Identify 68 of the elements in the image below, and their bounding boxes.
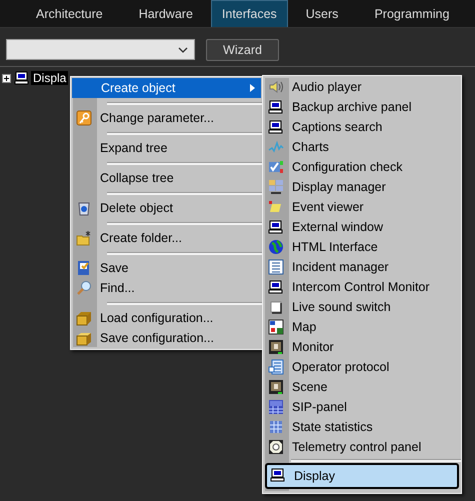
menu-item[interactable]: Display manager xyxy=(263,177,461,197)
tree-item[interactable]: Displa xyxy=(31,71,68,85)
menu-item[interactable]: Charts xyxy=(263,137,461,157)
document-list-icon xyxy=(268,359,284,375)
tab[interactable]: Programming xyxy=(356,0,468,27)
menu-item[interactable]: Load configuration... xyxy=(71,308,262,328)
key-icon xyxy=(76,110,92,126)
menu-item[interactable]: Find... xyxy=(71,278,262,298)
menu-item[interactable]: Audio player xyxy=(263,77,461,97)
monitor-icon xyxy=(270,467,286,483)
tab[interactable]: Users xyxy=(288,0,356,27)
menu-item[interactable]: SIP-panel xyxy=(263,397,461,417)
dropdown-field[interactable] xyxy=(6,39,195,60)
checklist-icon xyxy=(268,159,284,175)
speaker-icon xyxy=(268,79,284,95)
box-icon xyxy=(76,330,92,346)
menu-item[interactable]: Create object xyxy=(72,78,261,98)
menu-item[interactable]: Captions search xyxy=(263,117,461,137)
magnifier-icon xyxy=(76,280,92,296)
computer-icon xyxy=(268,119,284,135)
menu-item[interactable]: Event viewer xyxy=(263,197,461,217)
recycle-bin-icon xyxy=(76,200,92,216)
expand-icon[interactable] xyxy=(2,74,11,82)
wizard-button[interactable]: Wizard xyxy=(206,38,279,60)
menu-item[interactable]: Change parameter... xyxy=(71,108,262,128)
grid-layout-icon xyxy=(268,179,284,195)
menu-item[interactable]: Monitor xyxy=(263,337,461,357)
menu-item[interactable]: Map xyxy=(263,317,461,337)
tab[interactable]: Interfaces xyxy=(210,0,288,27)
menu-item[interactable]: Display xyxy=(265,463,459,489)
computer-icon xyxy=(268,99,284,115)
scroll-icon xyxy=(268,199,284,215)
menu-item[interactable]: External window xyxy=(263,217,461,237)
camera-view-icon xyxy=(268,339,284,355)
chevron-down-icon xyxy=(178,46,188,52)
menu-item[interactable]: Delete object xyxy=(71,198,262,218)
menu-item[interactable]: Expand tree xyxy=(71,138,262,158)
menu-item[interactable]: Operator protocol xyxy=(263,357,461,377)
menu-item[interactable]: Backup archive panel xyxy=(263,97,461,117)
menu-item[interactable]: Telemetry control panel xyxy=(263,437,461,457)
menu-item[interactable]: HTML Interface xyxy=(263,237,461,257)
monitor-icon xyxy=(14,70,30,86)
square-icon xyxy=(268,299,284,315)
chart-line-icon xyxy=(268,139,284,155)
tab[interactable]: Architecture xyxy=(18,0,121,27)
menu-item[interactable]: Live sound switch xyxy=(263,297,461,317)
menu-item[interactable]: Incident manager xyxy=(263,257,461,277)
menu-item[interactable]: Collapse tree xyxy=(71,168,262,188)
computer-icon xyxy=(268,279,284,295)
save-document-icon xyxy=(76,260,92,276)
menu-item[interactable]: Create folder... xyxy=(71,228,262,248)
menu-item[interactable]: State statistics xyxy=(263,417,461,437)
camera-view-icon xyxy=(268,379,284,395)
computer-icon xyxy=(268,219,284,235)
menu-item[interactable]: Intercom Control Monitor xyxy=(263,277,461,297)
menu-item[interactable]: Configuration check xyxy=(263,157,461,177)
tab[interactable]: Hardware xyxy=(120,0,211,27)
menu-item[interactable]: Save xyxy=(71,258,262,278)
octagon-icon xyxy=(268,439,284,455)
globe-icon xyxy=(268,239,284,255)
open-box-icon xyxy=(76,310,92,326)
grid-panel-icon xyxy=(268,399,284,415)
new-folder-icon xyxy=(76,230,92,246)
menu-item[interactable]: Save configuration... xyxy=(71,328,262,348)
list-window-icon xyxy=(268,259,284,275)
menu-item[interactable]: Scene xyxy=(263,377,461,397)
map-icon xyxy=(268,319,284,335)
grid-icon xyxy=(268,419,284,435)
